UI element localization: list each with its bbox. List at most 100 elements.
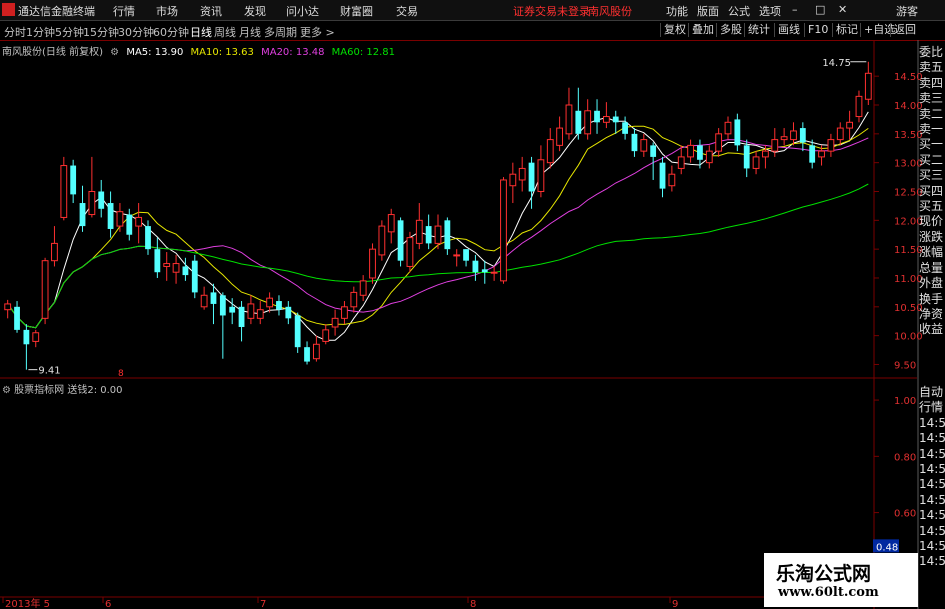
tool-overlay[interactable]: 叠加 [688,23,717,37]
x-tick-label: 7 [260,599,266,609]
x-tick-label: 9 [672,599,678,609]
candle-body-down [472,260,479,273]
minimize-icon[interactable]: – [792,3,798,16]
side-item: 外盘 [919,276,944,291]
menu-item-news[interactable]: 资讯 [200,3,222,19]
tick-time: 14:50 [919,523,945,538]
candle-body-down [276,301,282,310]
period-monthly[interactable]: 月线 [239,24,261,40]
candle-body-down [444,220,451,250]
candle-body-up [32,332,40,342]
indicator-settings-icon[interactable]: ⚙ [2,385,11,396]
candle-body-up [762,150,769,158]
candle-body-up [415,219,423,244]
period-5min[interactable]: 5分钟 [55,24,84,40]
menu-item-market[interactable]: 市场 [156,3,178,19]
menu-item-quotes[interactable]: 行情 [113,3,135,19]
tool-multi-stock[interactable]: 多股 [716,23,745,37]
candle-body-up [88,190,96,216]
candle-body-down [631,133,638,152]
candle-body-up [836,127,844,141]
candle-body-down [481,269,488,273]
tool-back[interactable]: 返回 [890,23,919,37]
candle-body-down [238,306,245,327]
candle-body-down [70,165,77,195]
date-marker: 8 [118,369,124,379]
stock-name-label: 南风股份 [588,5,632,18]
period-60min[interactable]: 60分钟 [153,24,189,40]
candle-body-down [219,295,226,316]
tool-statistics[interactable]: 统计 [744,23,773,37]
candle-body-up [771,139,779,152]
side-item: 涨跌 [919,229,944,244]
candle-body-down [107,203,114,229]
tick-panel-header[interactable]: 自动 [919,385,945,400]
tick-time: 14:50 [919,446,945,461]
app-logo-icon [2,3,15,16]
candle-body-up [640,139,648,152]
settings-icon[interactable]: ⚙ [110,47,119,58]
x-tick-label: 2013年 5 [5,597,50,609]
side-item: 涨幅 [919,245,944,260]
candle-body-down [229,306,236,313]
candle-body-up [602,116,610,123]
side-item: 换手 [919,291,944,306]
candle-body-up [322,329,330,342]
period-15min[interactable]: 15分钟 [83,24,119,40]
tool-f10[interactable]: F10 [804,23,831,37]
candle-body-up [546,139,554,164]
menu-item-options[interactable]: 选项 [759,3,781,19]
period-timeshare[interactable]: 分时 [4,24,26,40]
period-daily[interactable]: 日线 [190,24,212,40]
menu-item-discover[interactable]: 发现 [244,3,266,19]
period-weekly[interactable]: 周线 [214,24,236,40]
guest-label[interactable]: 游客 [896,3,918,19]
side-item: 买一 [919,137,944,152]
candle-body-up [331,317,339,328]
menu-item-formula[interactable]: 公式 [728,3,750,19]
candle-body-up [266,297,274,308]
close-icon[interactable]: ✕ [838,3,847,16]
side-item: 净资 [919,306,944,321]
menu-item-trade[interactable]: 交易 [396,3,418,19]
kline-chart[interactable]: 14.75 9.41 8 9.5010.0010.5011.0011.5012.00… [0,40,945,609]
ma60-label: MA60: 12.81 [331,47,396,58]
candle-body-down [397,220,404,261]
tick-panel-header[interactable]: 行情 [919,400,945,415]
candle-body-up [677,156,685,169]
candle-body-up [724,121,732,135]
tool-restore-rights[interactable]: 复权 [660,23,689,37]
tool-mark[interactable]: 标记 [832,23,861,37]
chart-title-line: 南风股份(日线 前复权) ⚙ MA5: 13.90 MA10: 13.63 MA… [2,43,399,58]
candle-body-down [659,162,666,189]
app-title: 通达信金融终端 [18,5,95,18]
period-1min[interactable]: 1分钟 [26,24,55,40]
candle-body-down [463,249,469,261]
menu-item-function[interactable]: 功能 [666,3,688,19]
menu-item-ask[interactable]: 问小达 [286,3,319,19]
candle-body-up [565,104,573,135]
period-more[interactable]: 更多 > [300,24,335,40]
maximize-icon[interactable]: □ [815,3,825,16]
side-item: 总量 [919,260,944,275]
candle-body-up [827,139,835,152]
candle-body-down [126,214,133,235]
candle-body-up [247,303,255,319]
candle-body-down [210,292,217,304]
period-30min[interactable]: 30分钟 [118,24,154,40]
side-item: 买三 [919,168,944,183]
candle-body-down [799,128,806,143]
tick-time: 14:50 [919,415,945,430]
candle-body-up [490,271,498,274]
menu-item-wealth[interactable]: 财富圈 [340,3,373,19]
candle-body-up [387,214,395,233]
candle-body-up [369,248,376,279]
side-item: 卖二 [919,106,944,121]
login-notice[interactable]: 证券交易未登录 [513,3,590,19]
y-tick-label: 9.50 [894,360,916,371]
candle-body-down [285,306,292,319]
tool-draw-line[interactable]: 画线 [774,23,803,37]
menu-item-layout[interactable]: 版面 [697,3,719,19]
low-price-label: 9.41 [38,366,60,377]
period-multi[interactable]: 多周期 [264,24,297,40]
